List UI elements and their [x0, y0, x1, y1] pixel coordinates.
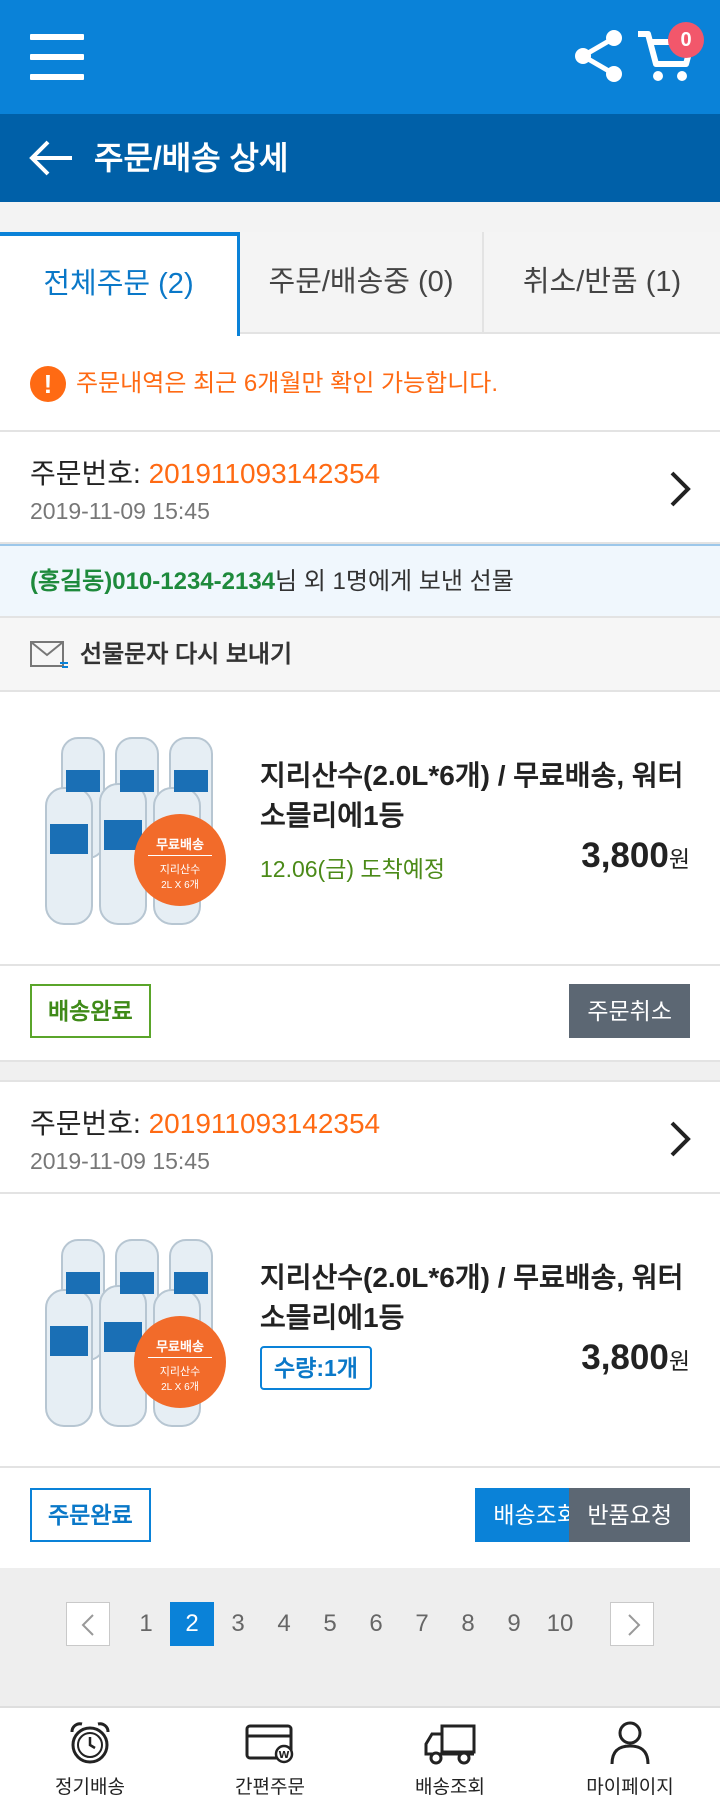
chevron-right-icon[interactable] — [668, 470, 692, 508]
page-number-button[interactable]: 4 — [262, 1602, 306, 1646]
cancel-order-button[interactable]: 주문취소 — [569, 984, 690, 1038]
status-badge: 주문완료 — [30, 1488, 151, 1542]
section-divider — [0, 1060, 720, 1082]
tab-cancel-return[interactable]: 취소/반품 (1) — [484, 232, 720, 332]
page-number-button[interactable]: 7 — [400, 1602, 444, 1646]
nav-my-page[interactable]: 마이페이지 — [540, 1708, 720, 1804]
bottom-navigation: 정기배송 W 간편주문 배송조회 마이페이지 — [0, 1706, 720, 1804]
nav-quick-order[interactable]: W 간편주문 — [180, 1708, 360, 1804]
page-number-button[interactable]: 10 — [538, 1602, 582, 1646]
price-currency: 원 — [668, 1348, 690, 1374]
return-request-button[interactable]: 반품요청 — [569, 1488, 690, 1542]
order-number-label: 주문번호: — [30, 458, 149, 489]
page-number-button[interactable]: 3 — [216, 1602, 260, 1646]
card-icon: W — [245, 1724, 294, 1764]
spacer — [0, 202, 720, 236]
page-title: 주문/배송 상세 — [94, 140, 289, 176]
notice-bar: ! 주문내역은 최근 6개월만 확인 가능합니다. — [0, 336, 720, 432]
svg-text:W: W — [278, 1750, 289, 1761]
free-shipping-badge: 무료배송 지리산수 2L X 6개 — [134, 1316, 226, 1408]
truck-icon — [424, 1724, 476, 1765]
page-number-button[interactable]: 5 — [308, 1602, 352, 1646]
page-number-button[interactable]: 8 — [446, 1602, 490, 1646]
hamburger-menu-icon[interactable] — [30, 34, 84, 80]
badge-volume: 2L X 6개 — [161, 1382, 199, 1393]
notice-text: 주문내역은 최근 6개월만 확인 가능합니다. — [76, 370, 499, 397]
person-icon — [610, 1721, 650, 1765]
page-number-button[interactable]: 1 — [124, 1602, 168, 1646]
product-item[interactable]: 무료배송 지리산수 2L X 6개 지리산수(2.0L*6개) / 무료배송, … — [0, 692, 720, 966]
order-actions-row: 주문완료 배송조회 반품요청 — [0, 1470, 720, 1564]
prev-page-button[interactable] — [66, 1602, 110, 1646]
order-tabs: 전체주문 (2) 주문/배송중 (0) 취소/반품 (1) — [0, 232, 720, 336]
price-value: 3,800 — [581, 1338, 669, 1377]
tab-all-orders[interactable]: 전체주문 (2) — [0, 232, 240, 336]
badge-volume: 2L X 6개 — [161, 880, 199, 891]
price-value: 3,800 — [581, 836, 669, 875]
arrival-date: 12.06(금) 도착예정 — [260, 856, 446, 882]
order-number-label: 주문번호: — [30, 1108, 149, 1139]
badge-divider — [148, 1357, 212, 1358]
order-header[interactable]: 주문번호: 201911093142354 2019-11-09 15:45 — [0, 432, 720, 544]
next-page-button[interactable] — [610, 1602, 654, 1646]
badge-divider — [148, 855, 212, 856]
badge-product: 지리산수 — [159, 1366, 201, 1378]
alarm-clock-icon — [70, 1722, 110, 1764]
badge-title: 무료배송 — [156, 1339, 204, 1354]
price-currency: 원 — [668, 846, 690, 872]
product-price: 3,800원 — [581, 836, 690, 876]
product-item[interactable]: 무료배송 지리산수 2L X 6개 지리산수(2.0L*6개) / 무료배송, … — [0, 1194, 720, 1468]
product-name: 지리산수(2.0L*6개) / 무료배송, 워터 소믈리에1등 — [260, 760, 684, 831]
nav-label: 마이페이지 — [586, 1777, 674, 1798]
order-date: 2019-11-09 15:45 — [30, 498, 210, 524]
quantity-badge: 수량:1개 — [260, 1346, 372, 1390]
page-header: 주문/배송 상세 — [0, 114, 720, 202]
alert-icon: ! — [30, 366, 66, 402]
nav-label: 배송조회 — [415, 1777, 485, 1798]
order-number: 201911093142354 — [148, 458, 381, 489]
page-number-button[interactable]: 6 — [354, 1602, 398, 1646]
chevron-right-icon[interactable] — [668, 1120, 692, 1158]
order-header[interactable]: 주문번호: 201911093142354 2019-11-09 15:45 — [0, 1082, 720, 1194]
product-price: 3,800원 — [581, 1338, 690, 1378]
badge-title: 무료배송 — [156, 837, 204, 852]
order-number-line: 주문번호: 201911093142354 — [30, 452, 380, 492]
chevron-right-icon — [628, 1614, 641, 1636]
tab-in-delivery[interactable]: 주문/배송중 (0) — [242, 232, 480, 332]
order-date: 2019-11-09 15:45 — [30, 1148, 210, 1174]
status-badge: 배송완료 — [30, 984, 151, 1038]
top-app-bar: 0 — [0, 0, 720, 114]
mail-icon — [30, 641, 68, 668]
share-icon[interactable] — [572, 28, 626, 84]
gift-recipient-text: 님 외 1명에게 보낸 선물 — [275, 568, 514, 595]
order-number-line: 주문번호: 201911093142354 — [30, 1102, 380, 1142]
chevron-left-icon — [81, 1614, 94, 1636]
nav-delivery-tracking[interactable]: 배송조회 — [360, 1708, 540, 1804]
back-arrow-icon[interactable] — [28, 138, 76, 178]
gift-recipient-name: (홍길동)010-1234-2134 — [30, 568, 276, 595]
resend-label: 선물문자 다시 보내기 — [80, 641, 293, 668]
pagination: 1 2 3 4 5 6 7 8 9 10 — [0, 1568, 720, 1706]
product-name: 지리산수(2.0L*6개) / 무료배송, 워터 소믈리에1등 — [260, 1262, 684, 1333]
gift-recipient-bar: (홍길동)010-1234-2134님 외 1명에게 보낸 선물 — [0, 544, 720, 618]
cart-count-badge: 0 — [668, 22, 704, 58]
order-actions-row: 배송완료 주문취소 — [0, 966, 720, 1060]
badge-product: 지리산수 — [159, 864, 201, 876]
nav-label: 정기배송 — [55, 1777, 125, 1798]
resend-gift-message-button[interactable]: 선물문자 다시 보내기 — [0, 618, 720, 692]
nav-label: 간편주문 — [235, 1777, 305, 1798]
nav-subscription[interactable]: 정기배송 — [0, 1708, 180, 1804]
page-number-button[interactable]: 2 — [170, 1602, 214, 1646]
order-number: 201911093142354 — [148, 1108, 381, 1139]
page-number-button[interactable]: 9 — [492, 1602, 536, 1646]
free-shipping-badge: 무료배송 지리산수 2L X 6개 — [134, 814, 226, 906]
